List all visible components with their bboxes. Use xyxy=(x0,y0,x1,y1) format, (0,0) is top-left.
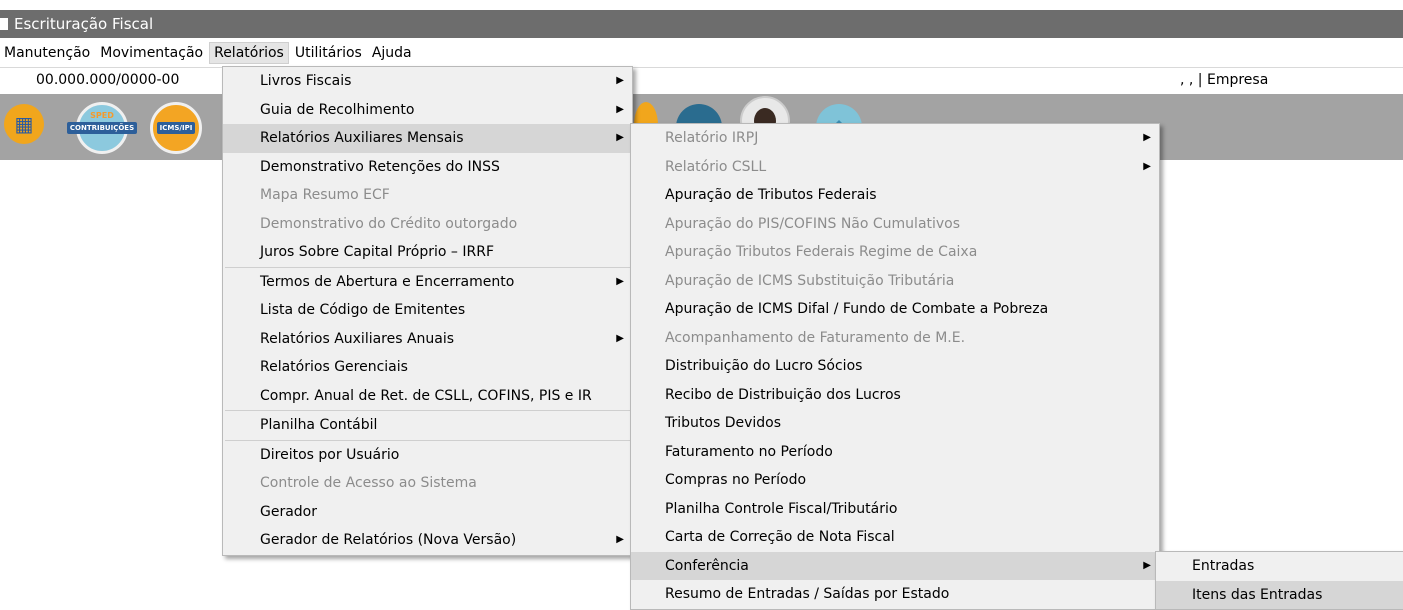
menu-item-lista-emitentes[interactable]: Lista de Código de Emitentes xyxy=(223,296,632,325)
menu-relatorios[interactable]: Relatórios xyxy=(209,42,289,64)
menu-item-acompanhamento-faturamento: Acompanhamento de Faturamento de M.E. xyxy=(665,329,966,346)
menu-item-recibo-distribuicao[interactable]: Recibo de Distribuição dos Lucros xyxy=(631,381,1159,410)
menu-item-gerador-nova-versao[interactable]: Gerador de Relatórios (Nova Versão) ▶ xyxy=(223,526,632,555)
sped-contribuicoes-icon[interactable]: SPED CONTRIBUIÇÕES xyxy=(66,102,138,154)
submenu-arrow-icon: ▶ xyxy=(616,75,624,86)
menu-item-relatorio-csll: Relatório CSLL ▶ xyxy=(631,153,1159,182)
menu-item-apuracao-tributos-federais[interactable]: Apuração de Tributos Federais xyxy=(631,181,1159,210)
menu-item-juros-capital-proprio[interactable]: Juros Sobre Capital Próprio – IRRF xyxy=(223,238,632,267)
submenu-arrow-icon: ▶ xyxy=(616,103,624,115)
menu-item-itens-entradas[interactable]: Itens das Entradas xyxy=(1156,580,1403,609)
info-bar: 00.000.000/0000-00 , , | Empresa xyxy=(0,67,1403,95)
title-bar: Escrituração Fiscal xyxy=(0,10,1403,38)
menu-item-relatorios-auxiliares-mensais[interactable]: Relatórios Auxiliares Mensais ▶ xyxy=(223,124,632,153)
menu-item-apuracao-pis-cofins: Apuração do PIS/COFINS Não Cumulativos xyxy=(665,215,961,232)
cnpj-text: 00.000.000/0000-00 xyxy=(36,72,180,88)
sped-top-label: SPED xyxy=(90,111,114,120)
submenu-arrow-icon: ▶ xyxy=(616,132,624,143)
mensais-submenu: Relatório IRPJ ▶ Relatório CSLL ▶ Apuração… xyxy=(630,123,1160,610)
submenu-arrow-icon: ▶ xyxy=(1143,559,1151,571)
menu-bar: Manutenção Movimentação Relatórios Utili… xyxy=(0,40,1403,66)
app-icon xyxy=(0,18,8,30)
menu-item-relatorio-irpj: Relatório IRPJ ▶ xyxy=(631,124,1159,153)
menu-ajuda[interactable]: Ajuda xyxy=(368,43,416,63)
menu-manutencao[interactable]: Manutenção xyxy=(0,43,94,63)
relatorios-dropdown: Livros Fiscais ▶ Guia de Recolhimento ▶ Re… xyxy=(222,66,633,556)
menu-item-compr-anual[interactable]: Compr. Anual de Ret. de CSLL, COFINS, PI… xyxy=(223,382,632,411)
menu-item-demonstrativo-inss[interactable]: Demonstrativo Retenções do INSS xyxy=(223,153,632,182)
menu-item-entradas[interactable]: Entradas xyxy=(1156,552,1403,581)
menu-item-relatorios-anuais[interactable]: Relatórios Auxiliares Anuais ▶ xyxy=(223,325,632,354)
menu-item-controle-acesso: Controle de Acesso ao Sistema xyxy=(260,475,477,491)
icms-ipi-icon[interactable]: ICMS/IPI xyxy=(150,102,202,154)
menu-item-conferencia[interactable]: Conferência ▶ xyxy=(631,551,1159,580)
submenu-arrow-icon: ▶ xyxy=(1143,160,1151,172)
menu-item-distribuicao-lucro[interactable]: Distribuição do Lucro Sócios xyxy=(631,352,1159,381)
submenu-arrow-icon: ▶ xyxy=(616,275,624,287)
menu-utilitarios[interactable]: Utilitários xyxy=(291,43,366,63)
menu-item-mapa-resumo-ecf: Mapa Resumo ECF xyxy=(260,187,390,203)
menu-item-relatorios-gerenciais[interactable]: Relatórios Gerenciais xyxy=(223,353,632,382)
menu-item-carta-correcao[interactable]: Carta de Correção de Nota Fiscal xyxy=(631,523,1159,552)
conferencia-submenu: Entradas Itens das Entradas xyxy=(1155,551,1403,610)
menu-item-compras-periodo[interactable]: Compras no Período xyxy=(631,466,1159,495)
menu-item-gerador[interactable]: Gerador xyxy=(223,498,632,527)
menu-item-apuracao-regime-caixa: Apuração Tributos Federais Regime de Cai… xyxy=(665,244,978,260)
submenu-arrow-icon: ▶ xyxy=(616,534,624,545)
menu-item-planilha-contabil[interactable]: Planilha Contábil xyxy=(223,411,632,440)
menu-item-direitos-usuario[interactable]: Direitos por Usuário xyxy=(223,441,632,470)
menu-item-termos-abertura[interactable]: Termos de Abertura e Encerramento ▶ xyxy=(223,268,632,297)
window-title: Escrituração Fiscal xyxy=(14,15,154,33)
menu-item-apuracao-icms-st: Apuração de ICMS Substituição Tributária xyxy=(665,272,955,289)
menu-item-resumo-entradas-saidas[interactable]: Resumo de Entradas / Saídas por Estado xyxy=(631,580,1159,609)
icms-label: ICMS/IPI xyxy=(156,122,196,134)
menu-item-livros-fiscais[interactable]: Livros Fiscais ▶ xyxy=(223,67,632,96)
sped-label: CONTRIBUIÇÕES xyxy=(66,122,138,134)
submenu-arrow-icon: ▶ xyxy=(616,332,624,344)
building-icon[interactable]: ▦ xyxy=(4,104,44,144)
menu-item-apuracao-icms-difal[interactable]: Apuração de ICMS Difal / Fundo de Combat… xyxy=(631,295,1159,324)
menu-item-credito-outorgado: Demonstrativo do Crédito outorgado xyxy=(260,215,518,232)
menu-item-tributos-devidos[interactable]: Tributos Devidos xyxy=(631,409,1159,438)
menu-item-guia-recolhimento[interactable]: Guia de Recolhimento ▶ xyxy=(223,96,632,125)
menu-item-planilha-controle[interactable]: Planilha Controle Fiscal/Tributário xyxy=(631,495,1159,524)
empresa-text: , , | Empresa xyxy=(1180,72,1269,88)
menu-movimentacao[interactable]: Movimentação xyxy=(96,43,207,63)
submenu-arrow-icon: ▶ xyxy=(1143,132,1151,143)
menu-item-faturamento-periodo[interactable]: Faturamento no Período xyxy=(631,438,1159,467)
